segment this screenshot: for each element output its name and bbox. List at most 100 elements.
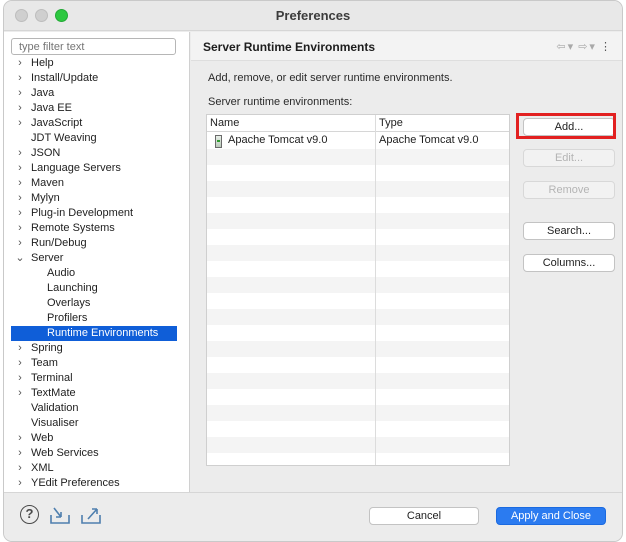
collapsed-chevron-icon[interactable]: › xyxy=(15,221,25,236)
collapsed-chevron-icon[interactable]: › xyxy=(15,356,25,371)
collapsed-chevron-icon[interactable]: › xyxy=(15,101,25,116)
preferences-tree: › Help › Install/Update › Java › Java EE › JavaSc… xyxy=(4,56,189,491)
sidebar-item-visualiser[interactable]: Visualiser xyxy=(4,416,189,431)
sidebar-item-javascript[interactable]: › JavaScript xyxy=(4,116,189,131)
sidebar-item-launching[interactable]: Launching xyxy=(4,281,189,296)
sidebar-item-xml[interactable]: › XML xyxy=(4,461,189,476)
table-row[interactable] xyxy=(207,389,509,405)
collapsed-chevron-icon[interactable]: › xyxy=(15,176,25,191)
collapsed-chevron-icon[interactable]: › xyxy=(15,191,25,206)
collapsed-chevron-icon[interactable]: › xyxy=(15,86,25,101)
search-button[interactable]: Search... xyxy=(523,222,615,240)
sidebar-item-server[interactable]: ⌄ Server xyxy=(4,251,189,266)
table-row[interactable] xyxy=(207,197,509,213)
collapsed-chevron-icon[interactable]: › xyxy=(15,161,25,176)
table-row[interactable] xyxy=(207,213,509,229)
table-row[interactable] xyxy=(207,325,509,341)
table-row[interactable] xyxy=(207,181,509,197)
collapsed-chevron-icon[interactable]: › xyxy=(15,371,25,386)
column-header-name[interactable]: Name xyxy=(210,117,239,129)
sidebar-item-label: Team xyxy=(31,357,58,369)
sidebar-item-web-services[interactable]: › Web Services xyxy=(4,446,189,461)
collapsed-chevron-icon[interactable]: › xyxy=(15,386,25,401)
server-runtime-icon xyxy=(215,135,222,148)
table-row[interactable] xyxy=(207,245,509,261)
sidebar-item-help[interactable]: › Help xyxy=(4,56,189,71)
sidebar-item-web[interactable]: › Web xyxy=(4,431,189,446)
collapsed-chevron-icon[interactable]: › xyxy=(15,236,25,251)
sidebar-item-java-ee[interactable]: › Java EE xyxy=(4,101,189,116)
table-row[interactable] xyxy=(207,357,509,373)
forward-arrow-icon[interactable]: ⇨ xyxy=(578,41,587,53)
collapsed-chevron-icon[interactable]: › xyxy=(15,146,25,161)
sidebar-item-run-debug[interactable]: › Run/Debug xyxy=(4,236,189,251)
collapsed-chevron-icon[interactable]: › xyxy=(15,206,25,221)
sidebar-item-validation[interactable]: Validation xyxy=(4,401,189,416)
sidebar-item-remote-systems[interactable]: › Remote Systems xyxy=(4,221,189,236)
sidebar-item-label: TextMate xyxy=(31,387,76,399)
collapsed-chevron-icon[interactable]: › xyxy=(15,461,25,476)
table-row[interactable] xyxy=(207,229,509,245)
collapsed-chevron-icon[interactable]: › xyxy=(15,431,25,446)
sidebar-item-label: Spring xyxy=(31,342,63,354)
cancel-button[interactable]: Cancel xyxy=(369,507,479,525)
collapsed-chevron-icon[interactable]: › xyxy=(15,71,25,86)
sidebar-item-label: Run/Debug xyxy=(31,237,87,249)
sidebar-item-java[interactable]: › Java xyxy=(4,86,189,101)
sidebar-item-install-update[interactable]: › Install/Update xyxy=(4,71,189,86)
sidebar-item-plug-in-development[interactable]: › Plug-in Development xyxy=(4,206,189,221)
table-row[interactable] xyxy=(207,405,509,421)
export-icon[interactable] xyxy=(80,505,102,525)
back-dropdown-icon[interactable]: ▾ xyxy=(568,41,574,53)
sidebar-item-runtime-environments[interactable]: Runtime Environments xyxy=(11,326,177,341)
preferences-sidebar: › Help › Install/Update › Java › Java EE › JavaSc… xyxy=(4,32,190,492)
runtime-table[interactable]: Name Type Apache Tomcat v9.0 Apache Tomca… xyxy=(206,114,510,466)
sidebar-item-json[interactable]: › JSON xyxy=(4,146,189,161)
remove-button[interactable]: Remove xyxy=(523,181,615,199)
sidebar-item-team[interactable]: › Team xyxy=(4,356,189,371)
table-row[interactable] xyxy=(207,341,509,357)
filter-input[interactable] xyxy=(11,38,176,55)
sidebar-item-jdt-weaving[interactable]: JDT Weaving xyxy=(4,131,189,146)
sidebar-item-audio[interactable]: Audio xyxy=(4,266,189,281)
collapsed-chevron-icon[interactable]: › xyxy=(15,116,25,131)
view-menu-icon[interactable]: ⋮ xyxy=(600,41,611,53)
forward-dropdown-icon[interactable]: ▾ xyxy=(589,41,595,53)
import-icon[interactable] xyxy=(49,505,71,525)
table-row[interactable] xyxy=(207,261,509,277)
table-row[interactable] xyxy=(207,277,509,293)
table-row[interactable] xyxy=(207,437,509,453)
sidebar-item-profilers[interactable]: Profilers xyxy=(4,311,189,326)
table-row[interactable] xyxy=(207,165,509,181)
sidebar-item-yedit-preferences[interactable]: › YEdit Preferences xyxy=(4,476,189,491)
sidebar-item-label: XML xyxy=(31,462,54,474)
sidebar-item-label: Validation xyxy=(31,402,79,414)
collapsed-chevron-icon[interactable]: › xyxy=(15,476,25,491)
sidebar-item-language-servers[interactable]: › Language Servers xyxy=(4,161,189,176)
table-row[interactable]: Apache Tomcat v9.0 Apache Tomcat v9.0 xyxy=(207,133,509,149)
collapsed-chevron-icon[interactable]: › xyxy=(15,56,25,71)
sidebar-item-maven[interactable]: › Maven xyxy=(4,176,189,191)
help-icon[interactable]: ? xyxy=(20,505,39,524)
sidebar-item-overlays[interactable]: Overlays xyxy=(4,296,189,311)
sidebar-item-mylyn[interactable]: › Mylyn xyxy=(4,191,189,206)
collapsed-chevron-icon[interactable]: › xyxy=(15,446,25,461)
table-row[interactable] xyxy=(207,149,509,165)
table-row[interactable] xyxy=(207,309,509,325)
table-row[interactable] xyxy=(207,421,509,437)
sidebar-item-textmate[interactable]: › TextMate xyxy=(4,386,189,401)
collapsed-chevron-icon[interactable]: › xyxy=(15,341,25,356)
page-header: Server Runtime Environments ⇦ ▾ ⇨ ▾ ⋮ xyxy=(191,32,622,61)
back-arrow-icon[interactable]: ⇦ xyxy=(556,41,565,53)
sidebar-item-terminal[interactable]: › Terminal xyxy=(4,371,189,386)
column-divider[interactable] xyxy=(375,115,376,465)
expanded-chevron-icon[interactable]: ⌄ xyxy=(15,251,25,266)
column-header-type[interactable]: Type xyxy=(379,117,403,129)
edit-button[interactable]: Edit... xyxy=(523,149,615,167)
apply-and-close-button[interactable]: Apply and Close xyxy=(496,507,606,525)
columns-button[interactable]: Columns... xyxy=(523,254,615,272)
table-row[interactable] xyxy=(207,373,509,389)
sidebar-item-spring[interactable]: › Spring xyxy=(4,341,189,356)
sidebar-item-label: Server xyxy=(31,252,64,264)
table-row[interactable] xyxy=(207,293,509,309)
